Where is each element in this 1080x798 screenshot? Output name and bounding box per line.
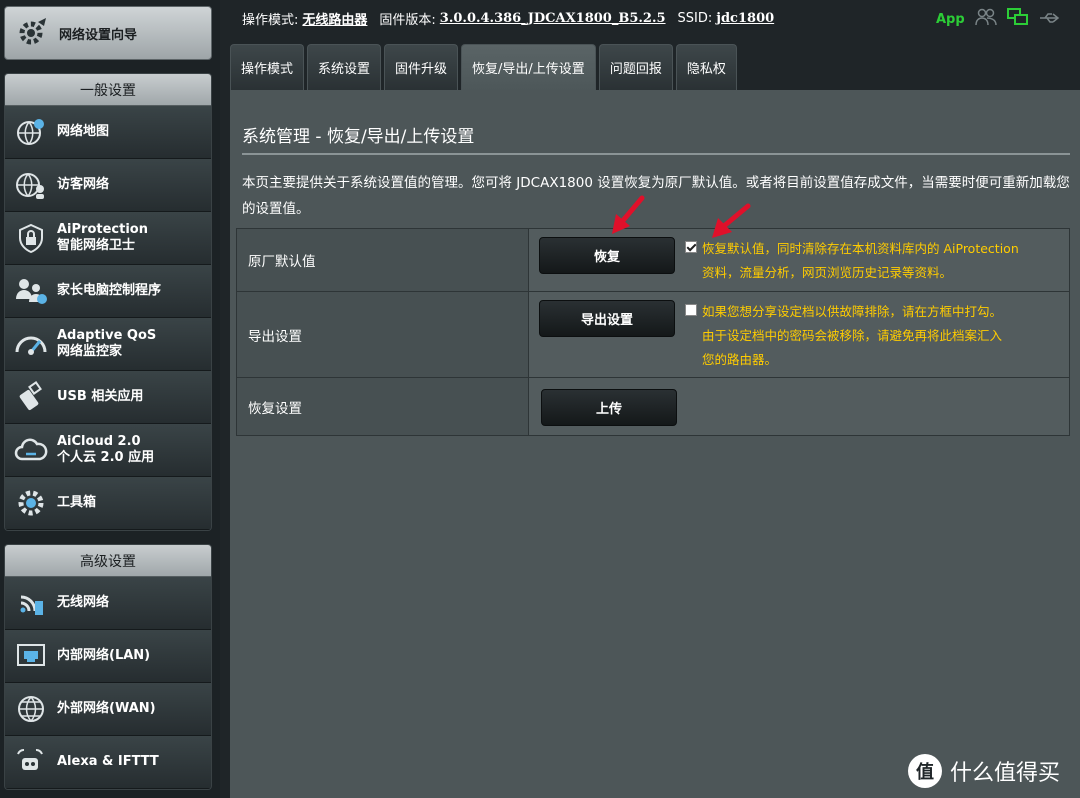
- restore-button[interactable]: 恢复: [539, 237, 675, 274]
- page-title: 系统管理 - 恢复/导出/上传设置: [242, 127, 475, 147]
- clients-icon[interactable]: [974, 8, 997, 30]
- app-link[interactable]: App: [936, 12, 965, 27]
- share-config-checkbox[interactable]: [685, 303, 697, 316]
- export-settings-button[interactable]: 导出设置: [539, 299, 675, 337]
- main-panel: 系统管理 - 恢复/导出/上传设置 本页主要提供关于系统设置值的管理。您可将 J…: [230, 90, 1080, 798]
- clear-data-checkbox[interactable]: [685, 241, 697, 253]
- network-status-icon[interactable]: [1006, 8, 1029, 30]
- tab-bar: 操作模式 系统设置 固件升级 恢复/导出/上传设置 问题回报 隐私权: [230, 44, 737, 90]
- guest-network-icon: [13, 167, 49, 203]
- lan-port-icon: [13, 638, 49, 674]
- settings-table: 原厂默认值 恢复 恢复默认值，同时清除存在本机资料库内的 AiProtectio…: [236, 228, 1070, 436]
- operation-mode-link[interactable]: 无线路由器: [302, 9, 367, 28]
- sidebar-item-aiprotection[interactable]: AiProtection 智能网络卫士: [5, 212, 211, 265]
- firmware-version-label: 固件版本:: [379, 12, 436, 28]
- sidebar-item-label: 网络地图: [57, 124, 110, 139]
- speedometer-icon: [13, 326, 49, 362]
- globe-map-icon: [13, 114, 49, 150]
- sidebar-item-sublabel: 网络监控家: [57, 344, 123, 359]
- sidebar-item-adaptive-qos[interactable]: Adaptive QoS 网络监控家: [5, 318, 211, 371]
- general-settings-section: 一般设置 网络地图 访客网络 AiProtection 智能网络卫士 家长电脑控制…: [4, 73, 212, 531]
- watermark-text: 什么值得买: [950, 761, 1061, 786]
- advanced-settings-section: 高级设置 无线网络 内部网络(LAN) 外部网络(WAN) Alexa & IF…: [4, 544, 212, 790]
- usb-status-icon[interactable]: [1039, 10, 1061, 29]
- sidebar-item-wan[interactable]: 外部网络(WAN): [5, 683, 211, 736]
- advanced-settings-header: 高级设置: [5, 545, 211, 577]
- sidebar-item-aicloud[interactable]: AiCloud 2.0 个人云 2.0 应用: [5, 424, 211, 477]
- sidebar-item-label: 访客网络: [57, 177, 110, 192]
- sidebar-item-label: USB 相关应用: [57, 389, 144, 404]
- operation-mode-label: 操作模式:: [242, 12, 299, 28]
- factory-default-label: 原厂默认值: [236, 228, 529, 292]
- sidebar-item-label: 无线网络: [57, 595, 110, 610]
- sidebar: 网络设置向导 一般设置 网络地图 访客网络 AiProtection 智能网络卫士…: [0, 0, 220, 798]
- sidebar-item-label: 家长电脑控制程序: [57, 283, 162, 298]
- sidebar-item-label: 内部网络(LAN): [57, 648, 151, 663]
- tab-restore-save-upload[interactable]: 恢复/导出/上传设置: [461, 44, 596, 90]
- sidebar-item-guest-network[interactable]: 访客网络: [5, 159, 211, 212]
- export-note: 如果您想分享设定档以供故障排除，请在方框中打勾。由于设定档中的密码会被移除，请避…: [702, 303, 1003, 367]
- annotation-arrow-icon: [712, 203, 751, 238]
- annotation-arrow-icon: [612, 195, 645, 234]
- page-description: 本页主要提供关于系统设置值的管理。您可将 JDCAX1800 设置恢复为原厂默认…: [242, 175, 1070, 217]
- wizard-gear-icon: [15, 15, 51, 51]
- sidebar-item-sublabel: 个人云 2.0 应用: [57, 450, 155, 465]
- sidebar-item-label: 外部网络(WAN): [57, 701, 156, 716]
- ssid-link[interactable]: jdc1800: [716, 11, 774, 26]
- sidebar-item-label: 工具箱: [57, 495, 97, 510]
- tab-privacy[interactable]: 隐私权: [675, 44, 737, 90]
- sidebar-item-sublabel: 智能网络卫士: [57, 238, 136, 253]
- sidebar-item-label: AiProtection: [57, 222, 148, 237]
- status-bar: 操作模式: 无线路由器 固件版本: 3.0.0.4.386_JDCAX1800_…: [242, 8, 786, 28]
- title-divider: [242, 153, 1070, 155]
- tab-system-settings[interactable]: 系统设置: [307, 44, 382, 90]
- ssid-label: SSID:: [677, 10, 713, 26]
- sidebar-item-wireless[interactable]: 无线网络: [5, 577, 211, 630]
- cloud-icon: [13, 432, 49, 468]
- restore-note: 恢复默认值，同时清除存在本机资料库内的 AiProtection 资料，流量分析…: [702, 241, 1019, 280]
- sidebar-item-alexa-ifttt[interactable]: Alexa & IFTTT: [5, 736, 211, 789]
- usb-icon: [13, 379, 49, 415]
- sidebar-item-parental-control[interactable]: 家长电脑控制程序: [5, 265, 211, 318]
- svg-text:值: 值: [916, 761, 934, 783]
- wan-globe-icon: [13, 691, 49, 727]
- status-icons: App: [936, 8, 1061, 30]
- general-settings-header: 一般设置: [5, 74, 211, 106]
- watermark: 值 什么值得买: [908, 754, 1060, 788]
- table-row: 原厂默认值 恢复 恢复默认值，同时清除存在本机资料库内的 AiProtectio…: [236, 228, 1070, 292]
- table-row: 恢复设置 上传: [236, 377, 1070, 436]
- sidebar-item-label: AiCloud 2.0: [57, 434, 141, 449]
- network-setup-wizard-button[interactable]: 网络设置向导: [4, 6, 212, 60]
- firmware-version-link[interactable]: 3.0.0.4.386_JDCAX1800_B5.2.5: [440, 11, 666, 26]
- sidebar-item-label: Alexa & IFTTT: [57, 754, 159, 769]
- restore-settings-label: 恢复设置: [236, 377, 529, 436]
- toolbox-gear-icon: [13, 485, 49, 521]
- wizard-label: 网络设置向导: [59, 27, 138, 43]
- alexa-icon: [13, 744, 49, 780]
- wireless-icon: [13, 585, 49, 621]
- shield-lock-icon: [13, 220, 49, 256]
- upload-button[interactable]: 上传: [541, 389, 677, 426]
- watermark-logo-icon: 值: [908, 754, 942, 788]
- parental-control-icon: [13, 273, 49, 309]
- tab-firmware-upgrade[interactable]: 固件升级: [384, 44, 459, 90]
- sidebar-item-usb-apps[interactable]: USB 相关应用: [5, 371, 211, 424]
- sidebar-item-toolbox[interactable]: 工具箱: [5, 477, 211, 530]
- sidebar-item-label: Adaptive QoS: [57, 328, 157, 343]
- export-settings-label: 导出设置: [236, 291, 529, 378]
- tab-operation-mode[interactable]: 操作模式: [230, 44, 305, 90]
- tab-feedback[interactable]: 问题回报: [598, 44, 673, 90]
- sidebar-item-lan[interactable]: 内部网络(LAN): [5, 630, 211, 683]
- sidebar-item-network-map[interactable]: 网络地图: [5, 106, 211, 159]
- table-row: 导出设置 导出设置 如果您想分享设定档以供故障排除，请在方框中打勾。由于设定档中…: [236, 291, 1070, 378]
